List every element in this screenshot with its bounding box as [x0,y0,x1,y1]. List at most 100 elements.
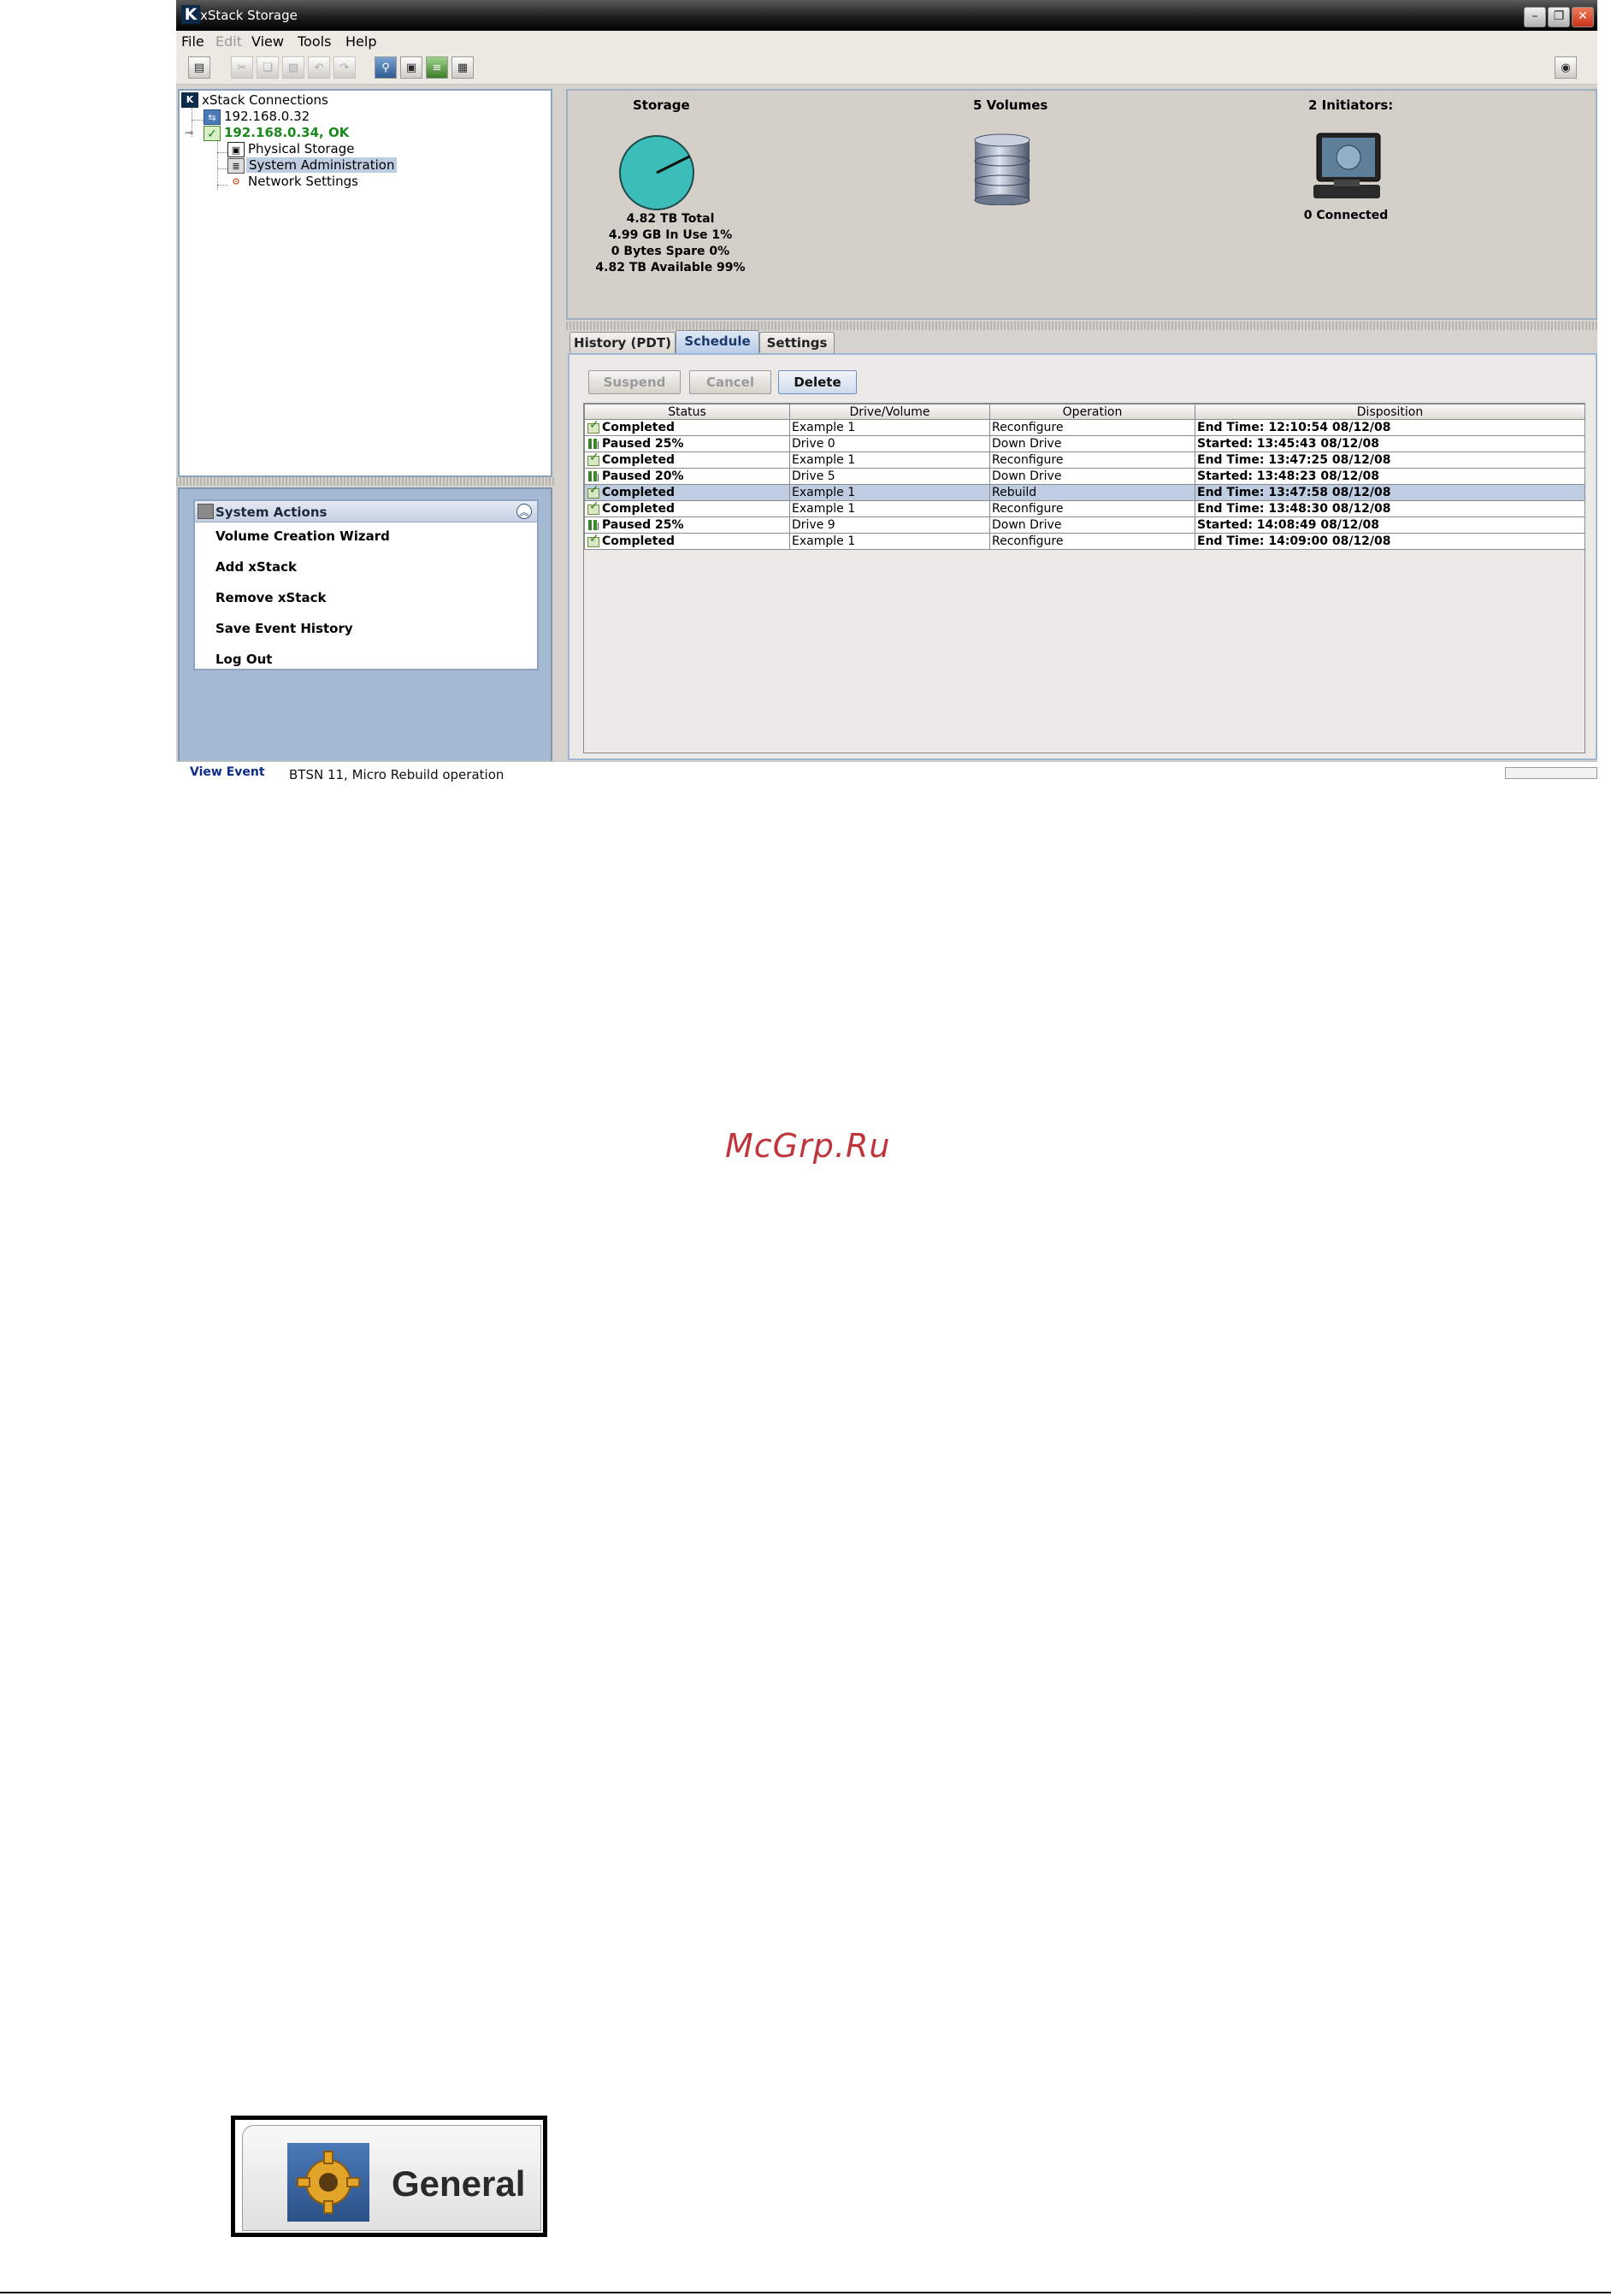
disposition-cell: End Time: 13:47:58 08/12/08 [1195,484,1585,501]
table-row[interactable]: Completed Example 1ReconfigureEnd Time: 1… [584,452,1585,469]
storage-in-use: 4.99 GB In Use 1% [608,228,733,242]
action-save-event-history[interactable]: Save Event History [215,621,353,636]
drive-icon[interactable]: ▣ [400,56,422,79]
volume-list-icon[interactable]: ≡ [426,56,448,79]
initiators-connected: 0 Connected [1303,209,1389,222]
tab-schedule[interactable]: Schedule [676,330,759,353]
menu-bar: File Edit View Tools Help [176,31,1597,51]
tab-history[interactable]: History (PDT) [569,332,676,353]
drive-volume-cell: Drive 0 [789,435,990,452]
action-remove-xstack[interactable]: Remove xStack [215,590,326,605]
general-label: General [392,2163,526,2204]
menu-edit[interactable]: Edit [215,33,242,50]
action-log-out[interactable]: Log Out [215,652,272,667]
paused-icon [587,438,600,449]
disposition-cell: Started: 13:48:23 08/12/08 [1195,468,1585,485]
tree-network-settings[interactable]: Network Settings [248,174,358,189]
operation-cell: Rebuild [989,484,1195,501]
column-header-operation[interactable]: Operation [989,404,1195,420]
drive-volume-cell: Example 1 [789,533,990,550]
operation-cell: Reconfigure [989,500,1195,517]
find-icon[interactable]: ⚲ [375,56,397,79]
operation-cell: Down Drive [989,516,1195,534]
tree-root[interactable]: xStack Connections [202,92,328,108]
left-splitter[interactable] [176,477,556,486]
table-row[interactable]: Paused 25% Drive 9 Down Drive Started: 14:0… [584,516,1585,534]
collapse-icon[interactable]: ︽ [516,504,532,519]
operation-cell: Down Drive [989,468,1195,485]
action-volume-creation-wizard[interactable]: Volume Creation Wizard [215,528,390,544]
general-button-frame: General [231,2116,547,2237]
redo-icon[interactable]: ↷ [333,56,356,79]
menu-file[interactable]: File [181,33,204,50]
status-cell: Completed [584,533,790,550]
tree-system-administration[interactable]: System Administration [246,157,398,173]
drive-volume-cell: Example 1 [789,500,990,517]
disposition-cell: End Time: 12:10:54 08/12/08 [1195,419,1585,436]
status-progress-bar [1505,767,1597,779]
drive-volume-cell: Drive 5 [789,468,990,485]
status-cell: Completed [584,452,790,469]
delete-button[interactable]: Delete [778,370,857,394]
status-cell: Paused 20% [584,468,790,485]
initiator-icon[interactable]: ▦ [451,56,474,79]
completed-check-icon [587,502,600,515]
system-actions-title: System Actions [215,505,328,520]
restore-icon[interactable]: ❐ [1548,7,1570,27]
column-header-disposition[interactable]: Disposition [1195,404,1585,420]
storage-total: 4.82 TB Total [626,212,715,226]
schedule-table: Status Drive/Volume Operation Dispositio… [583,403,1585,753]
status-text: Paused 25% [602,437,684,451]
tree-host-2[interactable]: 192.168.0.34, OK [224,125,349,140]
system-actions-header[interactable]: System Actions ︽ [195,501,537,522]
status-text: Completed [602,453,676,467]
column-header-drive-volume[interactable]: Drive/Volume [789,404,990,420]
table-row[interactable]: Completed Example 1ReconfigureEnd Time: 1… [584,533,1585,550]
toolbar: ▤ ✂ ❏ ▧ ↶ ↷ ⚲ ▣ ≡ ▦ ◉ [176,51,1597,85]
status-ok-icon: ✓ [204,126,221,141]
undo-icon[interactable]: ↶ [308,56,330,79]
status-cell: Completed [584,500,790,517]
operation-cell: Down Drive [989,435,1195,452]
table-row[interactable]: Paused 20% Drive 5 Down Drive Started: 13:4… [584,468,1585,485]
menu-view[interactable]: View [251,33,284,50]
drive-volume-cell: Example 1 [789,484,990,501]
status-text: Paused 20% [602,469,684,483]
status-bar: View Event BTSN 11, Micro Rebuild operat… [176,761,1597,782]
operation-cell: Reconfigure [989,452,1195,469]
cut-icon[interactable]: ✂ [231,56,253,79]
drive-volume-cell: Example 1 [789,419,990,436]
right-splitter[interactable] [566,322,1597,330]
column-header-status[interactable]: Status [584,404,790,420]
status-text: Completed [602,421,676,434]
expand-toggle-icon[interactable]: ⊸ [185,127,193,139]
about-icon[interactable]: ◉ [1555,56,1577,79]
table-row[interactable]: Completed Example 1ReconfigureEnd Time: 1… [584,500,1585,517]
status-message: BTSN 11, Micro Rebuild operation [289,767,505,782]
menu-tools[interactable]: Tools [298,33,331,50]
properties-icon[interactable]: ▤ [188,56,210,79]
initiators-title: 2 Initiators: [1308,97,1394,113]
tree-physical-storage[interactable]: Physical Storage [248,141,354,156]
cancel-button[interactable]: Cancel [689,370,771,394]
menu-help[interactable]: Help [345,33,376,50]
table-row[interactable]: Completed Example 1RebuildEnd Time: 13:47… [584,484,1585,501]
storage-spare: 0 Bytes Spare 0% [611,245,730,258]
table-row[interactable]: Completed Example 1ReconfigureEnd Time: 1… [584,419,1585,436]
general-button[interactable]: General [242,2125,541,2231]
action-add-xstack[interactable]: Add xStack [215,559,297,575]
system-admin-icon: ≣ [227,158,245,174]
disposition-cell: End Time: 13:47:25 08/12/08 [1195,452,1585,469]
view-event-link[interactable]: View Event [190,765,265,779]
status-text: Completed [602,486,676,499]
copy-icon[interactable]: ❏ [257,56,279,79]
paste-icon[interactable]: ▧ [282,56,304,79]
server-icon: ⇆ [204,109,221,125]
storage-pie-chart [619,135,694,210]
tree-host-1[interactable]: 192.168.0.32 [224,109,310,124]
close-icon[interactable]: ✕ [1572,7,1594,27]
suspend-button[interactable]: Suspend [588,370,681,394]
table-row[interactable]: Paused 25% Drive 0 Down Drive Started: 13:4… [584,435,1585,452]
tab-settings[interactable]: Settings [759,332,835,353]
minimize-icon[interactable]: – [1524,7,1546,27]
